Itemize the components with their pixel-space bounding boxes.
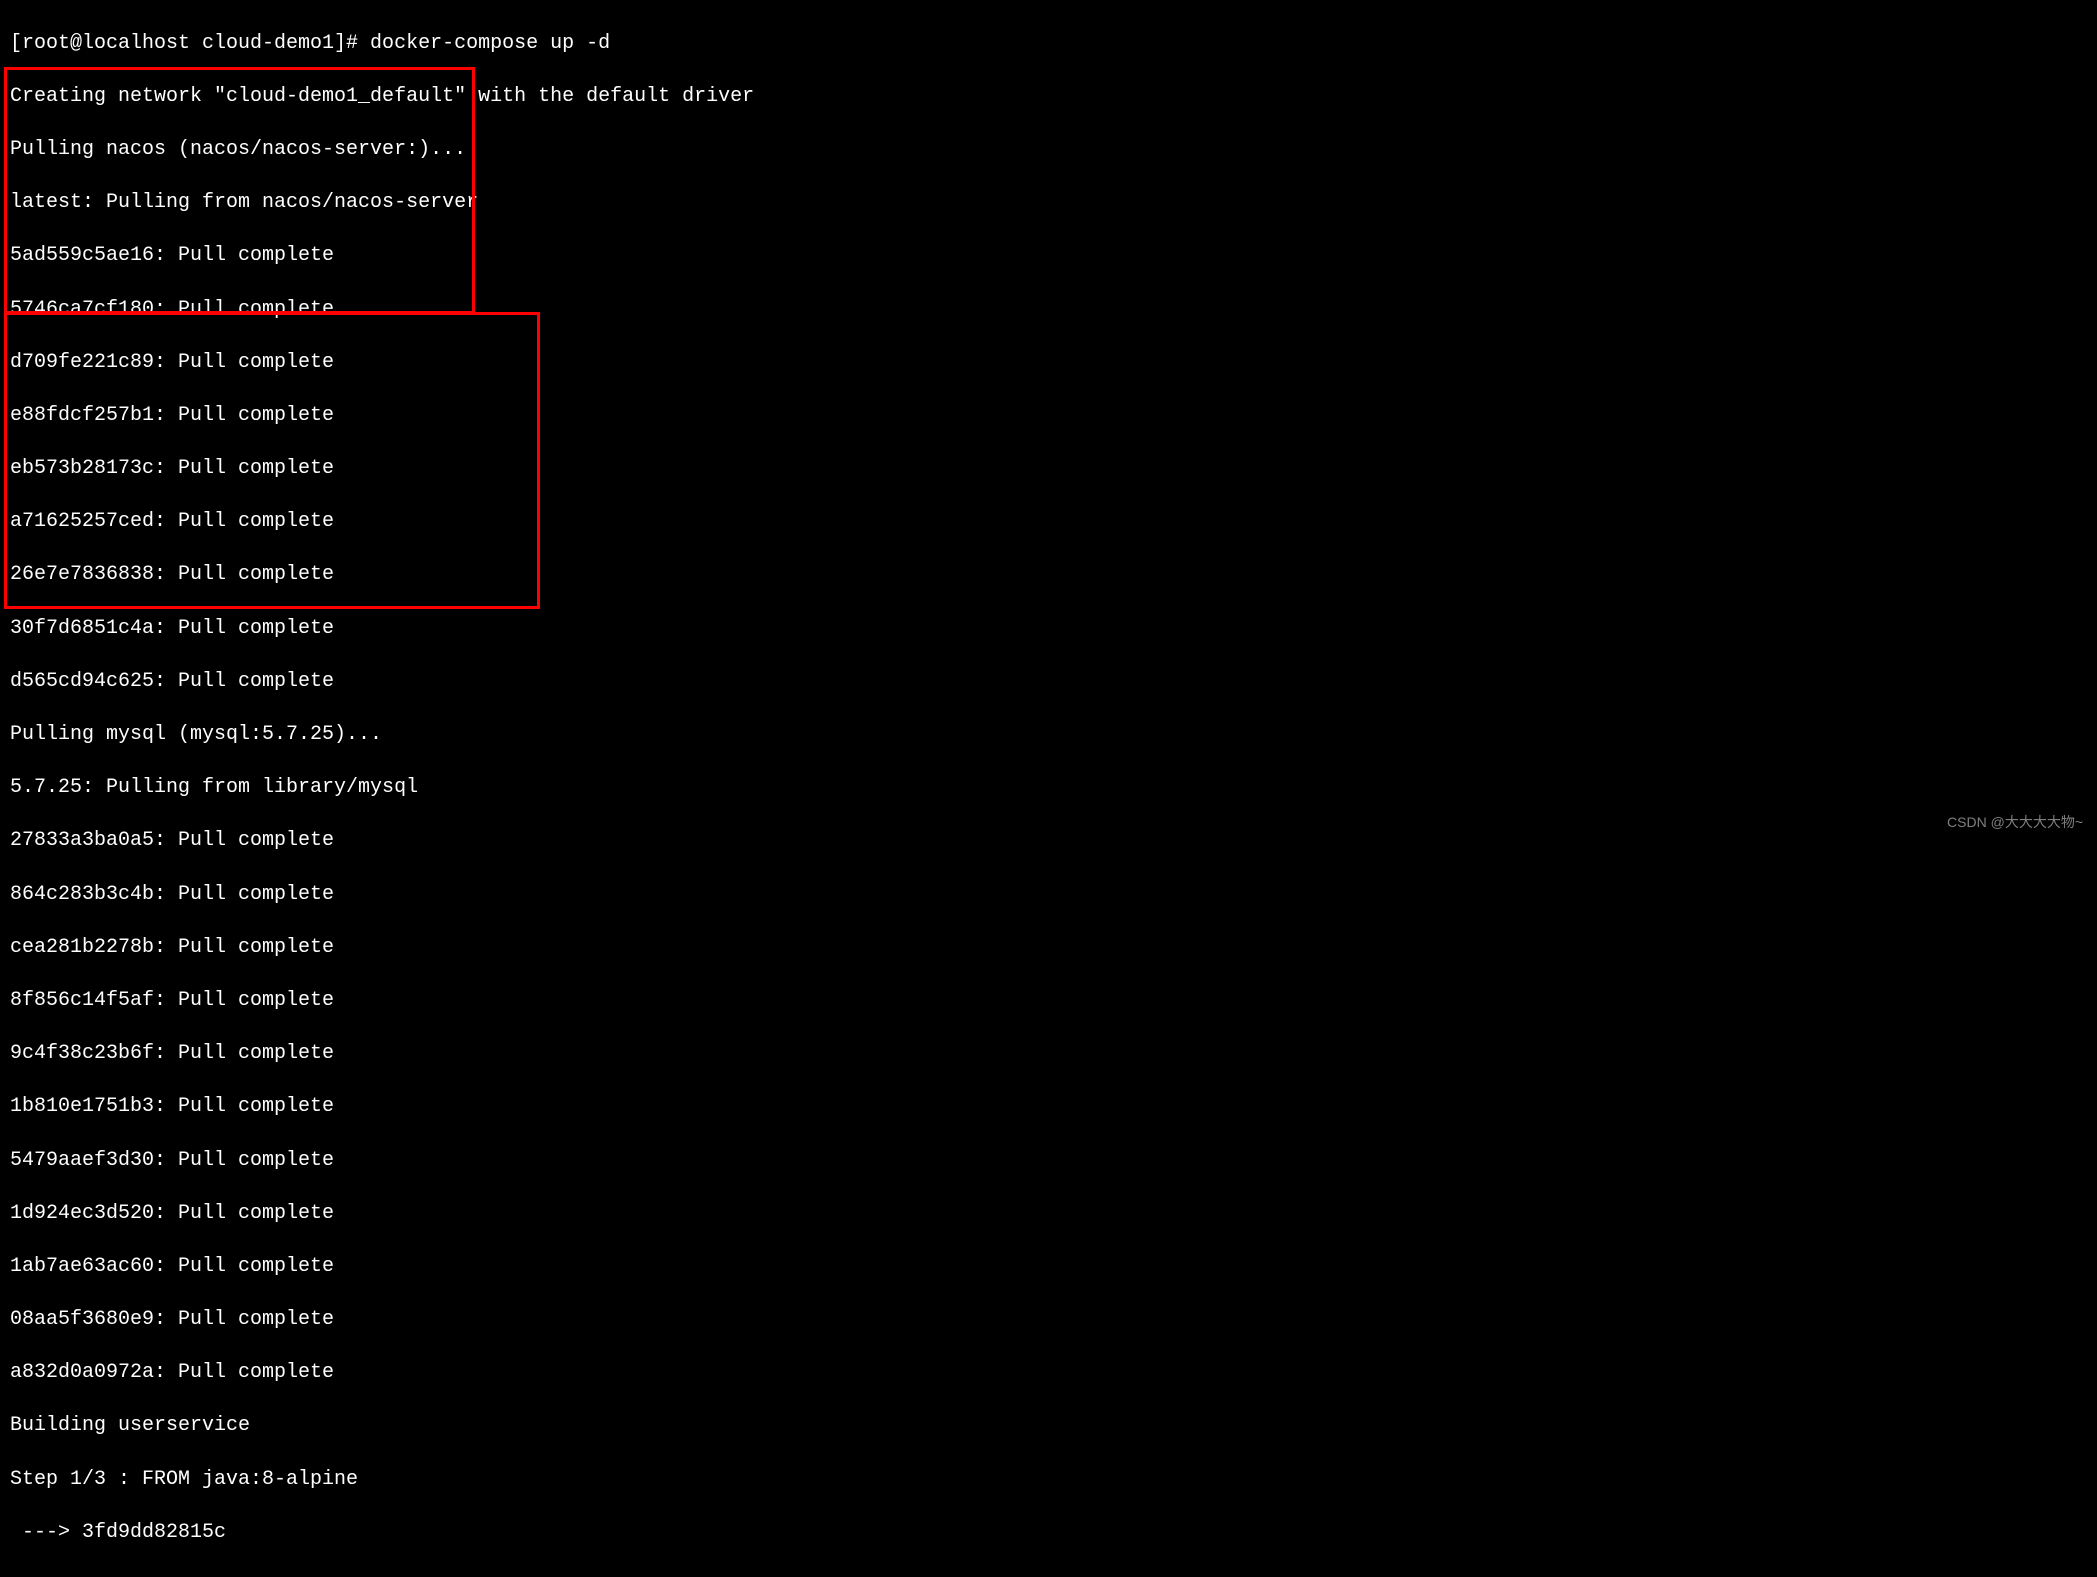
output-line: 1ab7ae63ac60: Pull complete <box>10 1254 2087 1281</box>
output-line: latest: Pulling from nacos/nacos-server <box>10 190 2087 217</box>
output-line: 5479aaef3d30: Pull complete <box>10 1148 2087 1175</box>
output-line: d565cd94c625: Pull complete <box>10 669 2087 696</box>
output-line: 27833a3ba0a5: Pull complete <box>10 828 2087 855</box>
terminal-output: [root@localhost cloud-demo1]# docker-com… <box>0 0 2097 1577</box>
output-line: 30f7d6851c4a: Pull complete <box>10 616 2087 643</box>
output-line: 5ad559c5ae16: Pull complete <box>10 243 2087 270</box>
output-line: 8f856c14f5af: Pull complete <box>10 988 2087 1015</box>
output-line: 1b810e1751b3: Pull complete <box>10 1094 2087 1121</box>
output-line: 864c283b3c4b: Pull complete <box>10 882 2087 909</box>
output-line: a71625257ced: Pull complete <box>10 509 2087 536</box>
output-line: cea281b2278b: Pull complete <box>10 935 2087 962</box>
output-line: eb573b28173c: Pull complete <box>10 456 2087 483</box>
output-line: 1d924ec3d520: Pull complete <box>10 1201 2087 1228</box>
output-line: Pulling nacos (nacos/nacos-server:)... <box>10 137 2087 164</box>
output-line: Step 1/3 : FROM java:8-alpine <box>10 1467 2087 1494</box>
watermark-text: CSDN @大大大大物~ <box>1947 813 2083 832</box>
output-line: 5746ca7cf180: Pull complete <box>10 297 2087 324</box>
output-line: 26e7e7836838: Pull complete <box>10 562 2087 589</box>
output-line: ---> 3fd9dd82815c <box>10 1520 2087 1547</box>
output-line: Pulling mysql (mysql:5.7.25)... <box>10 722 2087 749</box>
output-line: 9c4f38c23b6f: Pull complete <box>10 1041 2087 1068</box>
output-line: a832d0a0972a: Pull complete <box>10 1360 2087 1387</box>
output-line: Building userservice <box>10 1413 2087 1440</box>
output-line: e88fdcf257b1: Pull complete <box>10 403 2087 430</box>
output-line: d709fe221c89: Pull complete <box>10 350 2087 377</box>
output-line: 5.7.25: Pulling from library/mysql <box>10 775 2087 802</box>
output-line: 08aa5f3680e9: Pull complete <box>10 1307 2087 1334</box>
prompt-line: [root@localhost cloud-demo1]# docker-com… <box>10 31 2087 58</box>
output-line: Creating network "cloud-demo1_default" w… <box>10 84 2087 111</box>
